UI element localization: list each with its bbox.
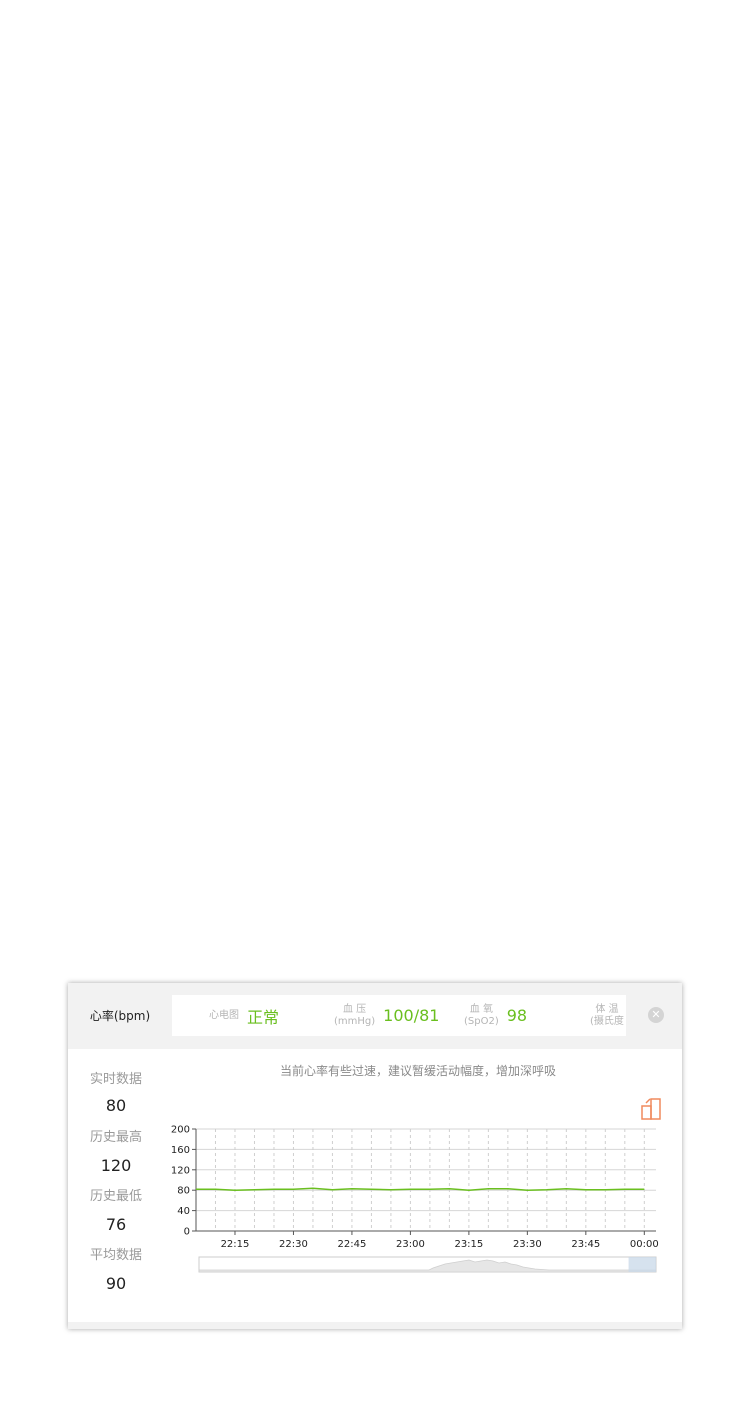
x-tick-label: 22:45: [338, 1239, 367, 1250]
metric-spo2-value: 98: [506, 1006, 528, 1025]
stat-avg-label: 平均数据: [89, 1248, 142, 1263]
stat-avg-value: 90: [105, 1274, 127, 1293]
stat-realtime-label: 实时数据: [89, 1072, 142, 1087]
metric-ecg-value: 正常: [247, 1007, 280, 1027]
x-tick-label: 23:30: [513, 1239, 542, 1250]
panel-footer: [68, 1322, 682, 1329]
metric-ecg-label: 心电图: [209, 1009, 239, 1021]
heart-rate-chart: 0 40 80 120 160 200 22:15 22:30 22:45 23:00 23:15 2…: [171, 1125, 659, 1273]
metric-spo2-label: 血 氧 (SpO2): [464, 1003, 499, 1027]
metric-bp-label: 血 压 (mmHg): [334, 1003, 376, 1027]
advice-text: 当前心率有些过速，建议暂缓活动幅度，增加深呼吸: [279, 1064, 556, 1078]
x-tick-label: 23:15: [454, 1239, 483, 1250]
y-tick-label: 0: [184, 1227, 190, 1238]
metric-blood-pressure[interactable]: 血 压 (mmHg) 100/81: [334, 995, 439, 1036]
stat-realtime-value: 80: [105, 1096, 127, 1115]
y-tick-label: 40: [177, 1206, 190, 1217]
metric-ecg[interactable]: 心电图 正常: [209, 995, 279, 1036]
stat-max-value: 120: [100, 1156, 132, 1175]
stat-min-label: 历史最低: [89, 1189, 142, 1204]
metric-blood-oxygen[interactable]: 血 氧 (SpO2) 98: [464, 995, 527, 1036]
close-icon[interactable]: ✕: [648, 1007, 664, 1023]
tab-heart-rate[interactable]: 心率(bpm): [68, 995, 172, 1036]
panel-header: 心率(bpm) 心电图 正常 血 压 (mmHg) 100/81 血 氧 (Sp…: [68, 983, 682, 1049]
minimap-window[interactable]: [628, 1257, 656, 1272]
metric-bp-value: 100/81: [383, 1006, 440, 1025]
y-tick-label: 160: [171, 1145, 190, 1156]
x-tick-label: 22:15: [221, 1239, 250, 1250]
heart-rate-panel: 心率(bpm) 心电图 正常 血 压 (mmHg) 100/81 血 氧 (Sp…: [68, 983, 682, 1329]
metric-temp-label: 体 温 (摄氏度: [590, 1003, 624, 1027]
stat-max-label: 历史最高: [89, 1130, 142, 1145]
metrics-strip: 心电图 正常 血 压 (mmHg) 100/81 血 氧 (SpO2) 98 体…: [172, 995, 626, 1036]
heart-rate-series-line: [196, 1187, 645, 1191]
metric-temperature[interactable]: 体 温 (摄氏度: [590, 995, 624, 1036]
x-tick-label: 23:45: [571, 1239, 600, 1250]
x-tick-label: 00:00: [630, 1239, 659, 1250]
y-tick-label: 200: [171, 1125, 190, 1136]
x-tick-label: 23:00: [396, 1239, 425, 1250]
y-tick-label: 120: [171, 1165, 190, 1176]
stat-min-value: 76: [105, 1215, 127, 1234]
x-tick-label: 22:30: [279, 1239, 308, 1250]
y-tick-label: 80: [177, 1186, 190, 1197]
